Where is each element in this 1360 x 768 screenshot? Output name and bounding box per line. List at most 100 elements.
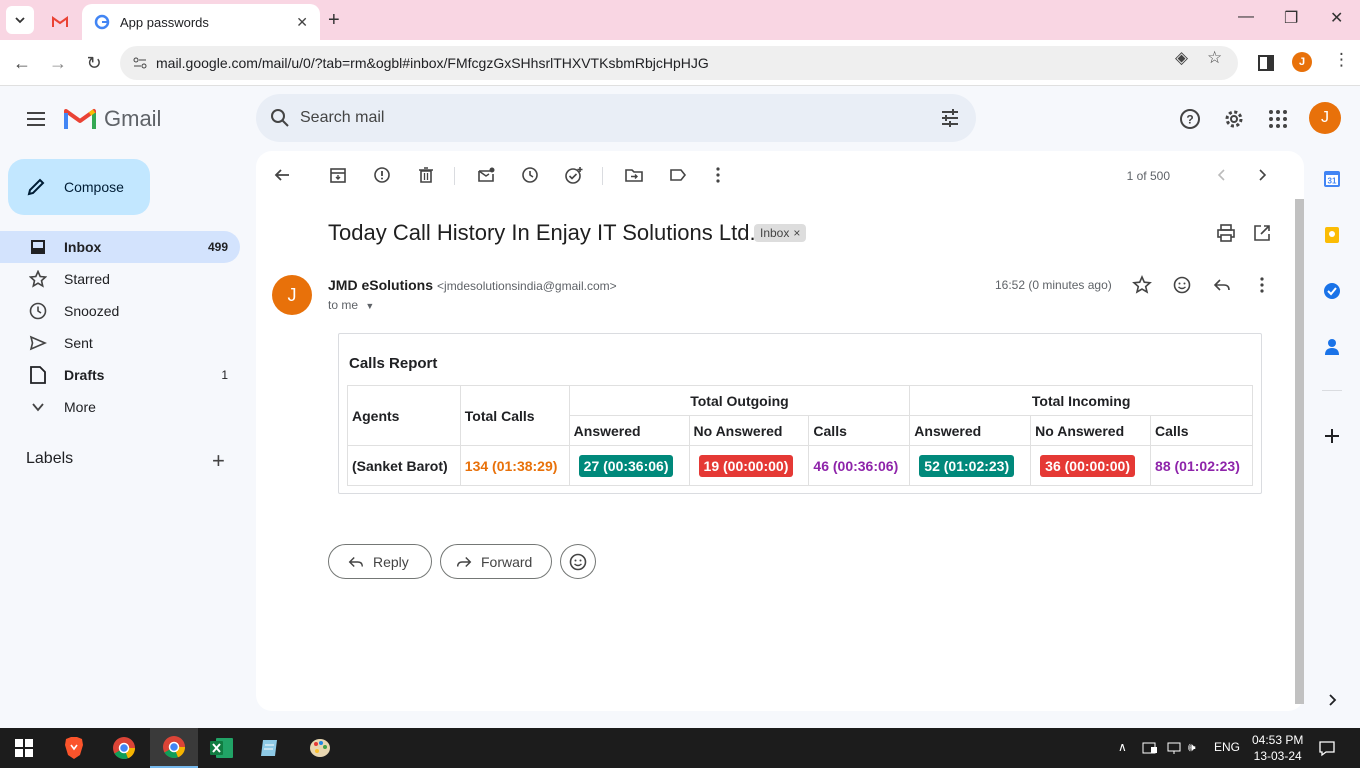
taskbar-brave[interactable] [50,728,98,768]
forward-button[interactable]: Forward [440,544,552,579]
tasks-icon[interactable] [1322,281,1342,301]
address-bar[interactable]: mail.google.com/mail/u/0/?tab=rm&ogbl#in… [120,46,1238,80]
tab-search-button[interactable] [6,6,34,34]
message-panel: 1 of 500 Today Call History In Enjay IT … [256,151,1304,711]
input-language[interactable]: ENG [1214,740,1240,754]
sender-name[interactable]: JMD eSolutions [328,277,433,293]
bookmark-star-icon[interactable]: ☆ [1207,48,1222,68]
pinned-tab-gmail[interactable] [40,4,80,40]
message-scrollbar[interactable] [1295,199,1304,704]
move-to-folder-icon[interactable] [624,165,644,185]
print-icon[interactable] [1216,223,1236,243]
open-new-window-icon[interactable] [1252,223,1272,243]
recipient-details[interactable]: to me ▼ [328,298,374,312]
emoji-react-button[interactable] [560,544,596,579]
back-to-inbox-icon[interactable] [272,165,292,185]
header-total-calls: Total Calls [459,385,570,446]
network-icon[interactable] [1166,740,1182,756]
sidebar-item-starred[interactable]: Starred [0,263,240,295]
back-icon[interactable]: ← [12,53,32,73]
contacts-icon[interactable] [1322,337,1342,357]
snooze-clock-icon[interactable] [520,165,540,185]
chrome-icon [163,736,186,759]
tab-app-passwords[interactable]: App passwords ✕ [82,4,320,40]
get-addons-plus-icon[interactable] [1322,426,1342,446]
label-icon[interactable] [668,165,688,185]
search-bar[interactable] [256,94,976,142]
taskbar-notepad[interactable] [246,728,294,768]
add-label-button[interactable]: + [212,450,225,472]
mark-unread-icon[interactable] [476,165,496,185]
add-to-tasks-icon[interactable] [564,165,584,185]
chrome-menu-icon[interactable]: ⋮ [1333,50,1350,70]
header-total-incoming: Total Incoming [909,385,1253,416]
browser-tabstrip: App passwords ✕ + — ❐ ✕ [0,0,1360,40]
reply-button[interactable]: Reply [328,544,432,579]
forward-icon[interactable]: → [48,53,68,73]
answered-badge: 27 (00:36:06) [578,454,674,477]
help-icon[interactable]: ? [1178,107,1202,131]
search-options-icon[interactable] [940,108,960,128]
star-icon[interactable] [1132,275,1152,295]
settings-gear-icon[interactable] [1222,107,1246,131]
remove-label-icon[interactable]: × [793,226,800,240]
show-side-panel-chevron-icon[interactable] [1322,690,1342,710]
maximize-icon[interactable]: ❐ [1284,8,1298,28]
cell-total-calls: 134 (01:38:29) [459,445,570,486]
taskbar-chrome-2[interactable] [150,728,198,768]
sidebar-item-label: Starred [64,271,110,287]
show-hidden-icons-chevron-icon[interactable]: ∧ [1118,740,1127,754]
calendar-icon[interactable]: 31 [1322,169,1342,189]
sidebar-item-inbox[interactable]: Inbox 499 [0,231,240,263]
reply-icon[interactable] [1212,275,1232,295]
caret-down-icon[interactable]: ▼ [365,301,374,311]
start-button[interactable] [0,728,48,768]
message-time: 16:52 (0 minutes ago) [995,278,1112,292]
archive-icon[interactable] [328,165,348,185]
account-avatar[interactable]: J [1309,102,1341,134]
new-tab-button[interactable]: + [328,10,340,30]
search-icon[interactable] [270,108,290,128]
tab-close-icon[interactable]: ✕ [296,14,308,31]
keep-icon[interactable] [1322,225,1342,245]
gmail-logo-text: Gmail [104,106,162,131]
side-panel-icon[interactable] [1257,54,1275,72]
inbox-label-chip[interactable]: Inbox × [754,224,807,242]
sidebar-item-more[interactable]: More [0,391,240,423]
notifications-icon[interactable] [1318,739,1336,757]
gmail-logo[interactable]: Gmail [64,106,161,132]
emoji-reaction-icon[interactable] [1172,275,1192,295]
delete-icon[interactable] [416,165,436,185]
sidebar-item-drafts[interactable]: Drafts 1 [0,359,240,391]
report-spam-icon[interactable] [372,165,392,185]
message-more-icon[interactable] [1252,275,1272,295]
sidebar-item-sent[interactable]: Sent [0,327,240,359]
sender-avatar[interactable]: J [272,275,312,315]
close-window-icon[interactable]: ✕ [1330,8,1343,28]
taskbar-paint[interactable] [296,728,344,768]
older-chevron-right-icon[interactable] [1252,165,1272,185]
site-info-icon[interactable] [132,55,148,71]
newer-chevron-left-icon[interactable] [1212,165,1232,185]
reload-icon[interactable]: ↻ [84,53,104,73]
chrome-profile-avatar[interactable]: J [1292,52,1312,72]
cell-in-calls: 88 (01:02:23) [1150,445,1253,486]
taskbar-chrome-1[interactable] [100,728,148,768]
report-title: Calls Report [349,355,438,372]
main-menu-icon[interactable] [26,109,46,129]
taskbar-excel[interactable] [198,728,246,768]
compose-label: Compose [64,179,124,195]
sidebar-item-snoozed[interactable]: Snoozed [0,295,240,327]
lens-icon[interactable]: ◈ [1175,48,1188,68]
google-apps-icon[interactable] [1266,107,1290,131]
compose-button[interactable]: Compose [8,159,150,215]
search-input[interactable] [300,109,900,127]
toolbar-divider [454,167,455,185]
security-shield-icon[interactable] [1142,740,1158,756]
volume-icon[interactable]: 🕪 [1188,740,1196,755]
taskbar-clock[interactable]: 04:53 PM 13-03-24 [1252,732,1303,764]
more-options-icon[interactable] [708,165,728,185]
windows-taskbar: ∧ 🕪 ENG 04:53 PM 13-03-24 [0,728,1360,768]
sidebar-item-label: Drafts [64,367,105,383]
minimize-icon[interactable]: — [1238,8,1254,26]
